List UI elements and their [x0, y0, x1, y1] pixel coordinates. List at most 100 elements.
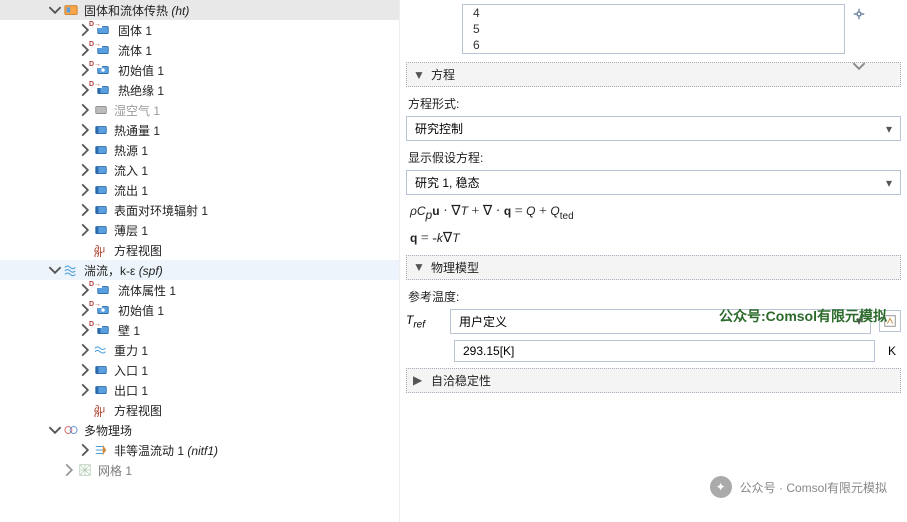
expand-icon[interactable] [78, 163, 92, 177]
tree-node-multiphysics[interactable]: 多物理场 [0, 420, 399, 440]
tree-node[interactable]: 表面对环境辐射 1 [0, 200, 399, 220]
label-ref-temp: 参考温度: [408, 288, 901, 305]
tree-node[interactable]: 非等温流动 1 (nitf1) [0, 440, 399, 460]
tree-node[interactable]: ∂u∂t方程视图 [0, 400, 399, 420]
tree-label: 多物理场 [80, 422, 132, 439]
expand-icon[interactable] [78, 123, 92, 137]
tree-node[interactable]: D→初始值 1 [0, 60, 399, 80]
physics-spf-icon [62, 263, 80, 277]
node-icon [92, 383, 110, 397]
expand-icon[interactable] [78, 183, 92, 197]
tree-label: 流体 1 [114, 42, 152, 59]
tree-label: 表面对环境辐射 1 [110, 202, 208, 219]
tree-node[interactable]: 出口 1 [0, 380, 399, 400]
svg-text:∂t: ∂t [94, 249, 102, 257]
node-icon [92, 103, 110, 117]
chevron-down-icon: ▾ [886, 176, 892, 190]
expand-icon[interactable] [78, 363, 92, 377]
node-icon: ∂u∂t [92, 243, 110, 257]
tree-label: 固体 1 [114, 22, 152, 39]
collapse-icon[interactable] [48, 3, 62, 17]
tree-node[interactable]: 流入 1 [0, 160, 399, 180]
expand-icon[interactable] [78, 383, 92, 397]
tree-node[interactable]: D→初始值 1 [0, 300, 399, 320]
tree-node[interactable]: D→壁 1 [0, 320, 399, 340]
collapse-icon[interactable] [48, 423, 62, 437]
tree-node[interactable]: 薄层 1 [0, 220, 399, 240]
zoom-selection-icon[interactable] [850, 5, 868, 23]
collapse-icon[interactable] [48, 263, 62, 277]
section-equation[interactable]: ▼ 方程 [406, 62, 901, 87]
tree-label: 流入 1 [110, 162, 148, 179]
tree-node-ht[interactable]: 固体和流体传热 (ht) [0, 0, 399, 20]
tree-label: 热源 1 [110, 142, 148, 159]
expand-icon[interactable] [78, 443, 92, 457]
expand-icon[interactable] [78, 243, 92, 257]
select-equation-form[interactable]: 研究控制 ▾ [406, 116, 901, 141]
node-icon: D→ [92, 303, 114, 317]
node-icon: D→ [92, 323, 114, 337]
tree-label: 热通量 1 [110, 122, 160, 139]
expand-icon[interactable] [78, 223, 92, 237]
tree-node[interactable]: 湿空气 1 [0, 100, 399, 120]
tree-node[interactable]: 重力 1 [0, 340, 399, 360]
tree-node[interactable]: D→流体 1 [0, 40, 399, 60]
node-icon [92, 123, 110, 137]
node-icon: D→ [92, 283, 114, 297]
tree-node[interactable]: 流出 1 [0, 180, 399, 200]
tree-node[interactable]: ∂u∂t方程视图 [0, 240, 399, 260]
tree-node[interactable]: 入口 1 [0, 360, 399, 380]
tree-node[interactable]: D→热绝缘 1 [0, 80, 399, 100]
tree-label: 重力 1 [110, 342, 148, 359]
chevron-down-icon: ▾ [856, 314, 862, 328]
expand-icon[interactable] [78, 143, 92, 157]
node-icon [92, 363, 110, 377]
svg-text:∂t: ∂t [94, 409, 102, 417]
tree-label: 方程视图 [110, 242, 162, 259]
select-tref-type[interactable]: 用户定义 ▾ [450, 309, 871, 334]
listbox-row[interactable]: 4 [463, 5, 844, 21]
tree-node-mesh[interactable]: 网格 1 [0, 460, 399, 480]
tree-label: 入口 1 [110, 362, 148, 379]
tref-symbol: Tref [406, 313, 442, 330]
node-icon [92, 163, 110, 177]
scroll-down-icon[interactable] [850, 57, 868, 75]
expand-icon[interactable] [78, 403, 92, 417]
create-parameter-button[interactable] [879, 310, 901, 332]
tree-label: 非等温流动 1 (nitf1) [110, 442, 218, 459]
multiphysics-icon [62, 423, 80, 437]
node-icon: D→ [92, 43, 114, 57]
tree-label: 方程视图 [110, 402, 162, 419]
expand-icon[interactable] [62, 463, 76, 477]
expand-icon[interactable] [78, 203, 92, 217]
listbox-row[interactable]: 5 [463, 21, 844, 37]
input-tref-value[interactable] [454, 340, 875, 362]
tree-label: 壁 1 [114, 322, 140, 339]
node-icon [92, 143, 110, 157]
tree-label: 流出 1 [110, 182, 148, 199]
model-tree[interactable]: 固体和流体传热 (ht) D→固体 1D→流体 1D→初始值 1D→热绝缘 1湿… [0, 0, 400, 522]
tree-label: 初始值 1 [114, 62, 164, 79]
section-self-consistent-stability[interactable]: ▶ 自洽稳定性 [406, 368, 901, 393]
tree-label: 热绝缘 1 [114, 82, 164, 99]
listbox-row[interactable]: 6 [463, 37, 844, 53]
selection-listbox[interactable]: 456 [462, 4, 845, 54]
expand-icon[interactable] [78, 343, 92, 357]
tree-node[interactable]: D→固体 1 [0, 20, 399, 40]
tree-node[interactable]: 热源 1 [0, 140, 399, 160]
mesh-icon [76, 463, 94, 477]
node-icon: D→ [92, 63, 114, 77]
tree-label: 固体和流体传热 (ht) [80, 2, 189, 19]
physics-ht-icon [62, 3, 80, 17]
tree-node-spf[interactable]: 湍流，k-ε (spf) [0, 260, 399, 280]
section-physical-model[interactable]: ▼ 物理模型 [406, 255, 901, 280]
label-equation-form: 方程形式: [408, 95, 901, 112]
wechat-icon: ✦ [710, 476, 732, 498]
tree-node[interactable]: D→流体属性 1 [0, 280, 399, 300]
tree-node[interactable]: 热通量 1 [0, 120, 399, 140]
expand-icon[interactable] [78, 103, 92, 117]
chevron-down-icon: ▾ [886, 122, 892, 136]
unit-label: K [883, 344, 901, 358]
watermark-footer: ✦ 公众号 · Comsol有限元模拟 [710, 476, 887, 498]
select-show-assumed[interactable]: 研究 1, 稳态 ▾ [406, 170, 901, 195]
